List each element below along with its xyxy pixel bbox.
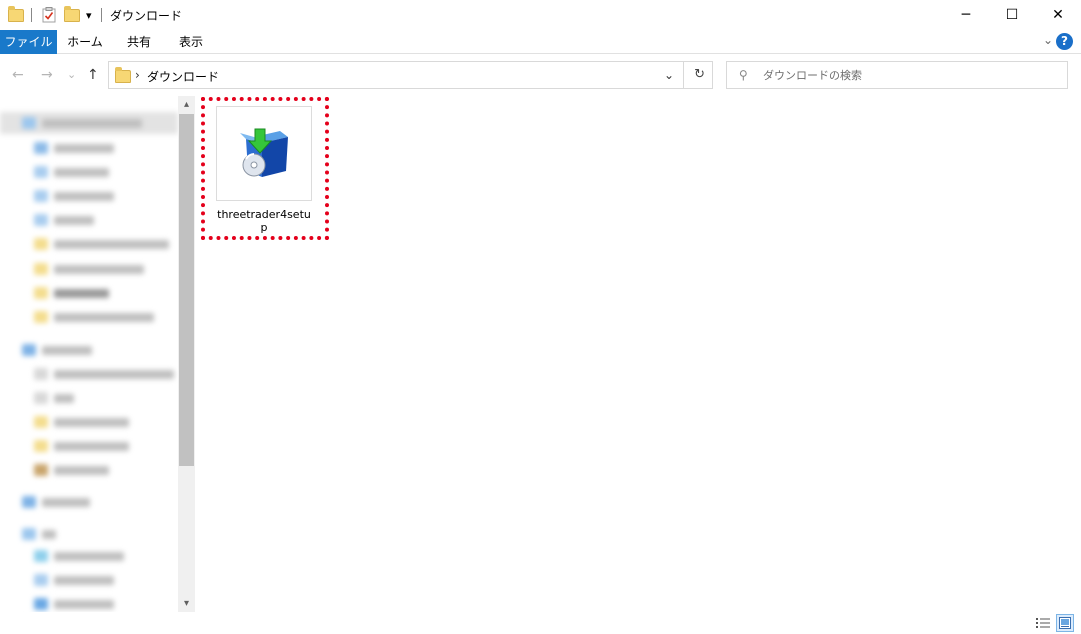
nav-item[interactable] — [22, 115, 142, 131]
nav-item[interactable] — [34, 212, 94, 228]
details-view-button[interactable] — [1034, 614, 1052, 632]
nav-item[interactable] — [34, 366, 174, 382]
status-bar — [0, 612, 1081, 634]
breadcrumb-downloads[interactable]: ダウンロード — [147, 68, 219, 85]
nav-item[interactable] — [34, 548, 124, 564]
help-icon[interactable]: ? — [1056, 33, 1073, 50]
search-icon: ⚲ — [739, 68, 748, 82]
nav-item[interactable] — [34, 309, 154, 325]
nav-item[interactable] — [34, 462, 109, 478]
search-box[interactable]: ⚲ — [726, 61, 1068, 89]
address-divider — [683, 62, 684, 88]
tab-share[interactable]: 共有 — [116, 30, 162, 54]
navigation-pane-scrollbar[interactable]: ▴ ▾ — [178, 96, 195, 612]
nav-item[interactable] — [34, 414, 129, 430]
new-folder-icon-shape — [64, 5, 80, 22]
nav-item[interactable] — [34, 596, 114, 612]
nav-item[interactable] — [34, 390, 74, 406]
navigation-row: ← → ⌄ ↑ › ダウンロード ⌄ ↻ ⚲ — [0, 55, 1081, 95]
tab-view[interactable]: 表示 — [168, 30, 214, 54]
qat-separator — [31, 6, 32, 24]
nav-item[interactable] — [34, 164, 109, 180]
nav-item[interactable] — [34, 285, 109, 301]
folder-icon — [8, 5, 24, 24]
tab-home[interactable]: ホーム — [61, 30, 109, 54]
close-button[interactable]: ✕ — [1035, 0, 1081, 30]
ribbon: ファイル ホーム 共有 表示 ⌄ ? — [0, 30, 1081, 54]
new-folder-icon[interactable] — [64, 5, 80, 24]
file-item[interactable]: threetrader4setup — [214, 106, 314, 236]
scrollbar-thumb[interactable] — [179, 114, 194, 466]
refresh-icon[interactable]: ↻ — [694, 67, 705, 82]
address-folder-icon — [115, 67, 131, 83]
qat-dropdown[interactable]: ▾ — [86, 6, 92, 24]
breadcrumb-separator[interactable]: › — [135, 68, 140, 82]
window-title: ダウンロード — [110, 9, 183, 23]
title-bar: ▾ ダウンロード ─ ☐ ✕ — [0, 0, 1081, 30]
folder-icon-shape — [8, 5, 24, 22]
back-arrow-icon[interactable]: ← — [12, 67, 24, 83]
forward-arrow-icon[interactable]: → — [41, 67, 53, 83]
search-input[interactable] — [763, 67, 1053, 83]
maximize-button[interactable]: ☐ — [989, 0, 1035, 30]
nav-item[interactable] — [34, 188, 114, 204]
installer-box-icon — [240, 128, 288, 177]
large-icons-view-icon — [1059, 617, 1071, 629]
large-icons-view-button[interactable] — [1056, 614, 1074, 632]
file-name-label[interactable]: threetrader4setup — [214, 208, 314, 234]
address-bar[interactable]: › ダウンロード ⌄ ↻ — [108, 61, 713, 89]
address-dropdown-chevron-icon[interactable]: ⌄ — [664, 68, 674, 82]
qat-separator-2 — [101, 6, 102, 24]
nav-item[interactable] — [34, 572, 114, 588]
nav-item[interactable] — [22, 342, 92, 358]
nav-item[interactable] — [22, 526, 56, 542]
nav-item[interactable] — [22, 494, 90, 510]
navigation-pane — [0, 96, 178, 634]
details-view-icon — [1036, 618, 1050, 628]
scroll-up-arrow-icon[interactable]: ▴ — [178, 96, 195, 113]
up-arrow-icon[interactable]: ↑ — [87, 67, 99, 83]
recent-locations-chevron-icon[interactable]: ⌄ — [67, 68, 76, 81]
ribbon-expand-chevron-icon[interactable]: ⌄ — [1043, 33, 1053, 47]
nav-item[interactable] — [34, 140, 114, 156]
minimize-button[interactable]: ─ — [943, 0, 989, 30]
clipboard-check-icon — [42, 7, 56, 23]
tab-file[interactable]: ファイル — [0, 30, 57, 54]
file-list-area[interactable]: threetrader4setup — [196, 96, 1081, 608]
file-thumbnail[interactable] — [216, 106, 312, 201]
properties-icon[interactable] — [42, 6, 56, 24]
nav-item[interactable] — [34, 261, 144, 277]
nav-item[interactable] — [34, 438, 129, 454]
scroll-down-arrow-icon[interactable]: ▾ — [178, 595, 195, 612]
nav-item[interactable] — [34, 236, 169, 252]
